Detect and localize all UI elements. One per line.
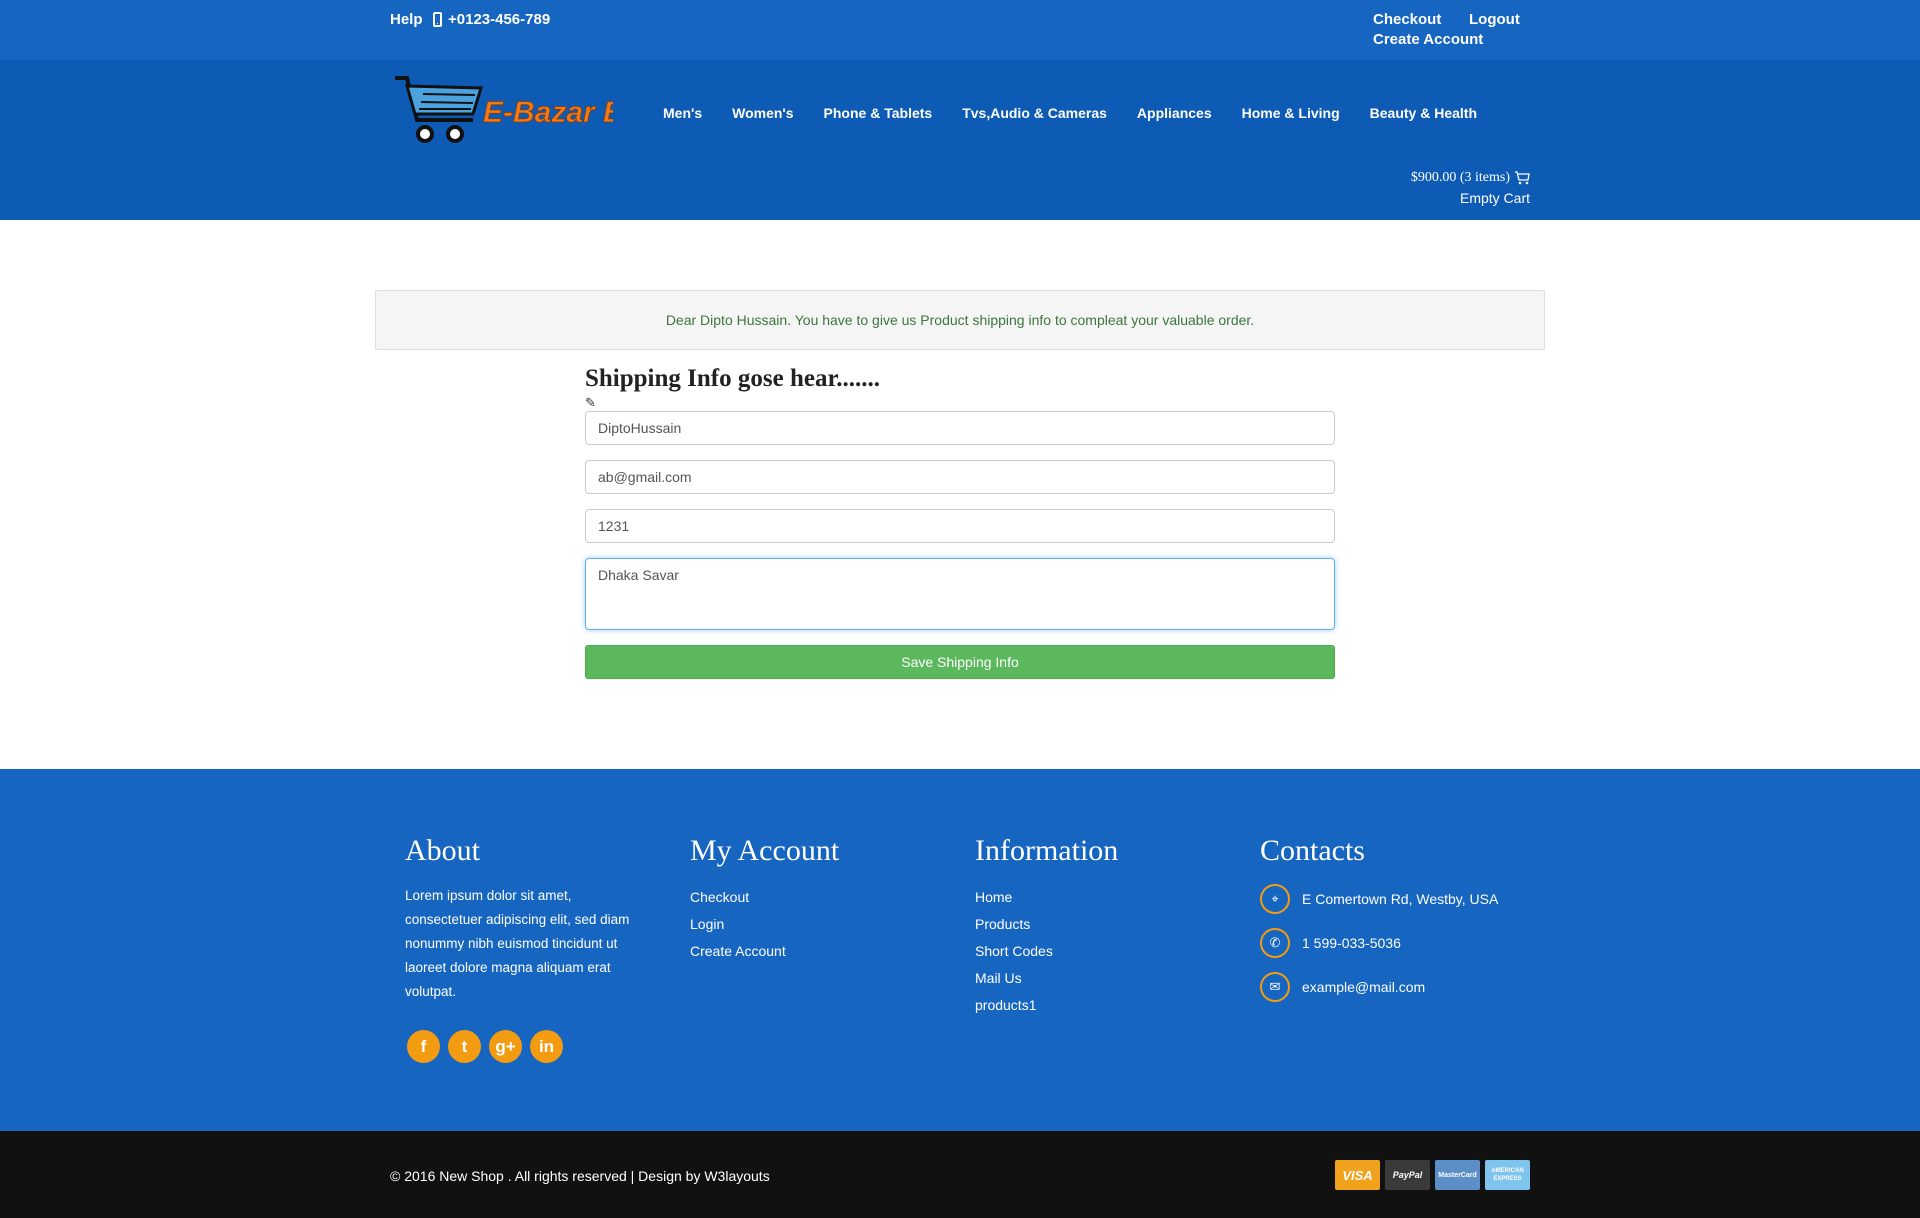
my-account-title: My Account <box>690 834 840 867</box>
shipping-alert: Dear Dipto Hussain. You have to give us … <box>375 290 1545 350</box>
logout-link[interactable]: Logout <box>1469 11 1520 28</box>
empty-cart-link[interactable]: Empty Cart <box>1411 190 1530 206</box>
footer-contacts: Contacts ⌖ E Comertown Rd, Westby, USA ✆… <box>1260 834 1498 1016</box>
google-plus-icon[interactable]: g+ <box>489 1030 522 1063</box>
footer-checkout-link[interactable]: Checkout <box>690 884 839 911</box>
full-name-input[interactable] <box>585 411 1335 445</box>
footer-my-account: My Account Checkout Login Create Account <box>690 834 839 965</box>
footer-information: Information Home Products Short Codes Ma… <box>975 834 1118 1019</box>
visa-card-icon: VISA <box>1335 1160 1380 1190</box>
alert-message: Dear Dipto Hussain. You have to give us … <box>665 312 1255 328</box>
top-bar: Help +0123-456-789 Checkout Logout Creat… <box>0 0 1920 60</box>
create-account-link[interactable]: Create Account <box>1373 31 1483 48</box>
about-title: About <box>405 834 480 867</box>
footer-products1-link[interactable]: products1 <box>975 992 1118 1019</box>
nav-appliances[interactable]: Appliances <box>1137 105 1212 121</box>
mobile-phone-icon <box>433 12 442 27</box>
footer-mail-us-link[interactable]: Mail Us <box>975 965 1118 992</box>
footer-about: About Lorem ipsum dolor sit amet, consec… <box>405 834 645 1063</box>
nav-home-living[interactable]: Home & Living <box>1242 105 1340 121</box>
contact-phone-text: 1 599-033-5036 <box>1302 935 1401 951</box>
phone-icon: ✆ <box>1260 928 1290 958</box>
nav-tvs-audio-cameras[interactable]: Tvs,Audio & Cameras <box>962 105 1107 121</box>
footer-short-codes-link[interactable]: Short Codes <box>975 938 1118 965</box>
contacts-title: Contacts <box>1260 834 1365 867</box>
email-input[interactable] <box>585 460 1335 494</box>
footer-create-account-link[interactable]: Create Account <box>690 938 839 965</box>
address-text: E Comertown Rd, Westby, USA <box>1302 891 1499 907</box>
cart-total: $900.00 (3 items) <box>1410 170 1510 185</box>
cart-icon <box>1515 171 1530 185</box>
help-link[interactable]: Help <box>390 11 423 28</box>
contact-phone: ✆ 1 599-033-5036 <box>1260 928 1498 958</box>
nav-phone-tablets[interactable]: Phone & Tablets <box>824 105 933 121</box>
nav-mens[interactable]: Men's <box>663 105 702 121</box>
checkout-link[interactable]: Checkout <box>1373 11 1441 28</box>
nav-beauty-health[interactable]: Beauty & Health <box>1370 105 1477 121</box>
twitter-icon[interactable]: t <box>448 1030 481 1063</box>
nav-womens[interactable]: Women's <box>732 105 793 121</box>
main-header: E-Bazar BD Men's Women's Phone & Tablets… <box>0 60 1920 220</box>
footer: About Lorem ipsum dolor sit amet, consec… <box>0 769 1920 1131</box>
contact-address: ⌖ E Comertown Rd, Westby, USA <box>1260 884 1498 914</box>
facebook-icon[interactable]: f <box>407 1030 440 1063</box>
linkedin-icon[interactable]: in <box>530 1030 563 1063</box>
about-text: Lorem ipsum dolor sit amet, consectetuer… <box>405 888 630 999</box>
cart-summary[interactable]: $900.00 (3 items) Empty Cart <box>1411 170 1530 206</box>
address-textarea[interactable]: Dhaka Savar <box>585 558 1335 630</box>
phone-number: +0123-456-789 <box>433 11 550 28</box>
footer-products-link[interactable]: Products <box>975 911 1118 938</box>
contact-email-text[interactable]: example@mail.com <box>1302 979 1425 995</box>
footer-login-link[interactable]: Login <box>690 911 839 938</box>
map-marker-icon: ⌖ <box>1260 884 1290 914</box>
site-logo[interactable]: E-Bazar BD <box>393 74 613 154</box>
save-shipping-info-button[interactable]: Save Shipping Info <box>585 645 1335 679</box>
main-nav: Men's Women's Phone & Tablets Tvs,Audio … <box>663 105 1507 121</box>
bottom-bar: © 2016 New Shop . All rights reserved | … <box>0 1131 1920 1218</box>
cart-total-row[interactable]: $900.00 (3 items) <box>1411 170 1530 186</box>
pencil-icon: ✎ <box>585 395 596 410</box>
mastercard-card-icon: MasterCard <box>1435 1160 1480 1190</box>
information-title: Information <box>975 834 1119 867</box>
shipping-form: Shipping Info gose hear....... ✎ Dhaka S… <box>585 365 1335 679</box>
phone-text: +0123-456-789 <box>448 11 551 28</box>
copyright-text: © 2016 New Shop . All rights reserved | … <box>390 1168 770 1184</box>
payment-cards: VISA PayPal MasterCard AMERICAN EXPRESS <box>1335 1160 1530 1190</box>
phone-input[interactable] <box>585 509 1335 543</box>
social-links: f t g+ in <box>407 1030 645 1063</box>
contact-email: ✉ example@mail.com <box>1260 972 1498 1002</box>
logo-text: E-Bazar BD <box>483 96 613 129</box>
amex-card-icon: AMERICAN EXPRESS <box>1485 1160 1530 1190</box>
envelope-icon: ✉ <box>1260 972 1290 1002</box>
paypal-card-icon: PayPal <box>1385 1160 1430 1190</box>
form-title: Shipping Info gose hear....... <box>585 365 880 392</box>
footer-home-link[interactable]: Home <box>975 884 1118 911</box>
